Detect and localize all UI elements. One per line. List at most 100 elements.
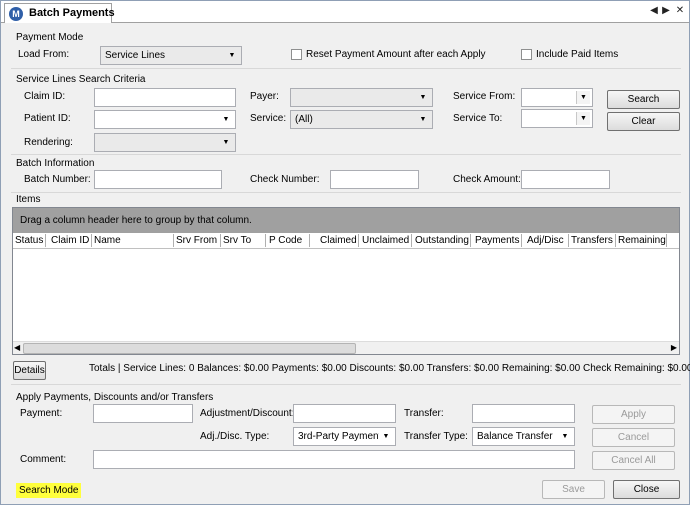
load-from-label: Load From: <box>18 49 70 60</box>
rendering-label: Rendering: <box>24 137 73 148</box>
check-number-input[interactable] <box>330 170 419 189</box>
payment-input[interactable] <box>93 404 193 423</box>
grid-header-row: Status Claim ID Name Srv From Srv To P C… <box>13 233 679 249</box>
horizontal-scrollbar[interactable]: ◀ ▶ <box>13 341 679 354</box>
tab-title: Batch Payments <box>29 7 115 19</box>
tab-strip: M Batch Payments ◀ ▶ ✕ <box>1 1 689 23</box>
column-header-remaining[interactable]: Remaining <box>618 235 666 246</box>
load-from-dropdown[interactable]: Service Lines ▼ <box>100 46 242 65</box>
reset-payment-checkbox[interactable] <box>291 49 302 60</box>
divider <box>11 154 681 155</box>
cancel-button[interactable]: Cancel <box>592 428 675 447</box>
column-header-claimed[interactable]: Claimed <box>320 235 357 246</box>
scroll-left-icon[interactable]: ◀ <box>649 5 659 16</box>
check-amount-input[interactable] <box>521 170 610 189</box>
close-tab-icon[interactable]: ✕ <box>675 5 685 16</box>
column-divider <box>470 234 471 247</box>
chevron-down-icon: ▼ <box>576 112 590 125</box>
items-grid[interactable]: Drag a column header here to group by th… <box>12 207 680 355</box>
column-divider <box>358 234 359 247</box>
service-from-date-picker[interactable]: ▼ <box>521 88 593 107</box>
payer-dropdown[interactable]: ▼ <box>290 88 433 107</box>
adj-type-dropdown[interactable]: 3rd-Party Payment A ▼ <box>293 427 396 446</box>
mode-status-label: Search Mode <box>16 483 82 498</box>
scroll-right-icon[interactable]: ▶ <box>661 5 671 16</box>
column-divider <box>45 234 46 247</box>
include-paid-label: Include Paid Items <box>536 49 619 60</box>
adjustment-input[interactable] <box>293 404 396 423</box>
patient-id-label: Patient ID: <box>24 113 71 124</box>
scroll-left-arrow-icon[interactable]: ◀ <box>14 343 20 352</box>
close-button[interactable]: Close <box>613 480 680 499</box>
rendering-dropdown[interactable]: ▼ <box>94 133 236 152</box>
scroll-right-arrow-icon[interactable]: ▶ <box>671 343 677 352</box>
service-dropdown[interactable]: (All) ▼ <box>290 110 433 129</box>
column-divider <box>220 234 221 247</box>
payer-label: Payer: <box>250 91 279 102</box>
transfer-type-value: Balance Transfer <box>477 431 553 442</box>
include-paid-checkbox[interactable] <box>521 49 532 60</box>
column-header-name[interactable]: Name <box>94 235 121 246</box>
search-criteria-header: Service Lines Search Criteria <box>16 74 146 85</box>
transfer-type-label: Transfer Type: <box>404 431 468 442</box>
service-to-date-picker[interactable]: ▼ <box>521 109 593 128</box>
column-header-claim-id[interactable]: Claim ID <box>51 235 89 246</box>
service-value: (All) <box>295 114 313 125</box>
group-by-hint: Drag a column header here to group by th… <box>20 215 252 226</box>
chevron-down-icon: ▼ <box>561 433 569 440</box>
check-amount-label: Check Amount: <box>453 174 521 185</box>
chevron-down-icon: ▼ <box>222 116 230 123</box>
batch-payments-window: M Batch Payments ◀ ▶ ✕ Payment Mode Load… <box>0 0 690 505</box>
comment-input[interactable] <box>93 450 575 469</box>
cancel-all-button[interactable]: Cancel All <box>592 451 675 470</box>
patient-id-dropdown[interactable]: ▼ <box>94 110 236 129</box>
chevron-down-icon: ▼ <box>419 94 427 101</box>
save-button[interactable]: Save <box>542 480 605 499</box>
divider <box>11 384 681 385</box>
column-divider <box>309 234 310 247</box>
column-divider <box>173 234 174 247</box>
chevron-down-icon: ▼ <box>379 430 393 443</box>
app-logo-icon: M <box>9 7 23 21</box>
chevron-down-icon: ▼ <box>419 116 427 123</box>
column-header-srv-to[interactable]: Srv To <box>223 235 251 246</box>
column-header-transfers[interactable]: Transfers <box>571 235 613 246</box>
comment-label: Comment: <box>20 454 67 465</box>
column-header-status[interactable]: Status <box>15 235 43 246</box>
column-header-outstanding[interactable]: Outstanding <box>415 235 469 246</box>
apply-button[interactable]: Apply <box>592 405 675 424</box>
column-header-srv-from[interactable]: Srv From <box>176 235 217 246</box>
column-header-p-code[interactable]: P Code <box>269 235 302 246</box>
column-header-unclaimed[interactable]: Unclaimed <box>362 235 409 246</box>
service-from-label: Service From: <box>453 91 516 102</box>
column-header-payments[interactable]: Payments <box>475 235 519 246</box>
payment-mode-header: Payment Mode <box>16 32 84 43</box>
items-header: Items <box>16 194 41 205</box>
payment-label: Payment: <box>20 408 63 419</box>
batch-number-input[interactable] <box>94 170 222 189</box>
details-button[interactable]: Details <box>13 361 46 380</box>
scrollbar-thumb[interactable] <box>23 343 356 354</box>
check-number-label: Check Number: <box>250 174 320 185</box>
batch-number-label: Batch Number: <box>24 174 91 185</box>
tab-batch-payments[interactable]: M Batch Payments <box>4 3 115 23</box>
transfer-input[interactable] <box>472 404 575 423</box>
divider <box>11 192 681 193</box>
search-button[interactable]: Search <box>607 90 680 109</box>
column-divider <box>521 234 522 247</box>
group-by-panel[interactable]: Drag a column header here to group by th… <box>13 208 679 233</box>
claim-id-label: Claim ID: <box>24 91 66 102</box>
column-divider <box>91 234 92 247</box>
chevron-down-icon: ▼ <box>222 139 230 146</box>
batch-info-header: Batch Information <box>16 158 95 169</box>
chevron-down-icon: ▼ <box>576 91 590 104</box>
adj-type-label: Adj./Disc. Type: <box>200 431 270 442</box>
column-divider <box>666 234 667 247</box>
adjustment-label: Adjustment/Discount: <box>200 408 295 419</box>
claim-id-input[interactable] <box>94 88 236 107</box>
totals-summary: Totals | Service Lines: 0 Balances: $0.0… <box>89 363 690 374</box>
clear-button[interactable]: Clear <box>607 112 680 131</box>
transfer-type-dropdown[interactable]: Balance Transfer ▼ <box>472 427 575 446</box>
column-header-adj-disc[interactable]: Adj/Disc <box>527 235 564 246</box>
service-label: Service: <box>250 113 287 124</box>
